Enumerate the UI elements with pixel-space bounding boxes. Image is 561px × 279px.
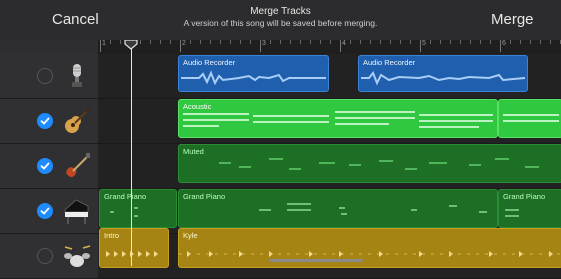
ruler-beat-tick — [250, 40, 251, 44]
ruler-beat-tick — [520, 40, 521, 44]
ruler-bar-number: 2 — [182, 40, 186, 47]
ruler-beat-tick — [220, 40, 221, 44]
track-lane-acoustic[interactable]: Acoustic — [98, 99, 561, 144]
waveform — [181, 70, 326, 86]
audio-region[interactable]: Audio Recorder — [178, 55, 329, 92]
drum-kit-icon — [64, 245, 91, 267]
ruler-beat-tick — [540, 40, 541, 44]
track-select-checkbox[interactable] — [37, 248, 53, 264]
ruler-beat-tick — [170, 40, 171, 44]
track-header-list — [0, 40, 98, 279]
ruler-bar-tick — [340, 40, 341, 52]
dialog-title: Merge Tracks — [250, 6, 311, 17]
track-header-muted[interactable] — [0, 144, 98, 189]
ruler-beat-tick — [470, 40, 471, 44]
midi-notes — [183, 111, 493, 128]
waveform — [361, 71, 526, 86]
ruler-beat-tick — [490, 40, 491, 44]
ruler-bar-tick — [100, 40, 101, 52]
microphone-icon — [72, 64, 82, 87]
ruler-beat-tick — [430, 40, 431, 44]
ruler-beat-tick — [280, 40, 281, 44]
drum-pattern — [106, 251, 158, 257]
ruler-beat-tick — [350, 40, 351, 44]
merge-button[interactable]: Merge — [491, 11, 534, 28]
grand-piano-icon — [64, 199, 89, 224]
ruler-bar-number: 6 — [502, 40, 506, 47]
ruler-beat-tick — [440, 40, 441, 44]
midi-region[interactable]: Muted — [178, 144, 561, 183]
timeline-ruler[interactable]: 1 2 3 4 5 6 — [98, 40, 561, 54]
audio-region[interactable]: Audio Recorder — [358, 55, 528, 92]
ruler-beat-tick — [210, 40, 211, 44]
ruler-beat-tick — [530, 40, 531, 44]
drum-pattern — [179, 251, 561, 257]
ruler-beat-tick — [200, 40, 201, 44]
playhead-handle[interactable] — [124, 40, 138, 50]
midi-notes — [505, 209, 519, 217]
ruler-bar-tick — [420, 40, 421, 52]
ruler-beat-tick — [390, 40, 391, 44]
ruler-bar-number: 1 — [102, 40, 106, 47]
ruler-bar-tick — [180, 40, 181, 52]
ruler-beat-tick — [400, 40, 401, 44]
ruler-beat-tick — [360, 40, 361, 44]
midi-notes — [259, 203, 487, 215]
horizontal-scrollbar[interactable] — [269, 259, 363, 262]
playhead-line — [131, 40, 132, 266]
ruler-beat-tick — [190, 40, 191, 44]
track-select-checkbox[interactable] — [37, 113, 53, 129]
track-header-grand-piano[interactable] — [0, 189, 98, 234]
track-select-checkbox[interactable] — [37, 203, 53, 219]
ruler-beat-tick — [320, 40, 321, 44]
drummer-region[interactable]: Kyle — [178, 228, 561, 268]
ruler-beat-tick — [150, 40, 151, 44]
ruler-beat-tick — [510, 40, 511, 44]
ruler-beat-tick — [310, 40, 311, 44]
track-select-checkbox[interactable] — [37, 158, 53, 174]
midi-region[interactable]: Acoustic — [178, 99, 498, 138]
drummer-region[interactable]: Intro — [99, 228, 169, 268]
acoustic-guitar-icon — [65, 108, 90, 133]
ruler-beat-tick — [140, 40, 141, 44]
ruler-beat-tick — [550, 40, 551, 44]
track-header-audio-recorder[interactable] — [0, 54, 98, 99]
top-bar: Cancel Merge Tracks A version of this so… — [0, 0, 561, 41]
ruler-beat-tick — [380, 40, 381, 44]
ruler-beat-tick — [110, 40, 111, 44]
ruler-beat-tick — [230, 40, 231, 44]
midi-region[interactable]: Grand Piano — [178, 189, 498, 228]
track-lane-muted[interactable]: Muted — [98, 144, 561, 189]
track-header-drums[interactable] — [0, 234, 98, 279]
ruler-bar-number: 4 — [342, 40, 346, 47]
ruler-beat-tick — [480, 40, 481, 44]
ruler-bar-number: 3 — [262, 40, 266, 47]
ruler-bar-tick — [500, 40, 501, 52]
midi-notes — [503, 114, 559, 122]
midi-region[interactable]: Grand Piano — [498, 189, 561, 228]
ruler-beat-tick — [240, 40, 241, 44]
track-header-acoustic[interactable] — [0, 99, 98, 144]
ruler-beat-tick — [450, 40, 451, 44]
ruler-bar-number: 5 — [422, 40, 426, 47]
ruler-beat-tick — [160, 40, 161, 44]
midi-region[interactable] — [498, 99, 561, 138]
midi-notes — [110, 207, 138, 217]
electric-guitar-icon — [66, 153, 90, 178]
track-lane-audio-recorder[interactable]: Audio Recorder Audio Recorder — [98, 54, 561, 99]
ruler-beat-tick — [120, 40, 121, 44]
track-select-checkbox[interactable] — [37, 68, 53, 84]
ruler-beat-tick — [300, 40, 301, 44]
ruler-beat-tick — [290, 40, 291, 44]
midi-region[interactable]: Grand Piano — [99, 189, 177, 228]
midi-notes — [219, 158, 539, 170]
track-lane-drums[interactable]: Intro Kyle — [98, 228, 561, 279]
ruler-beat-tick — [370, 40, 371, 44]
ruler-beat-tick — [460, 40, 461, 44]
dialog-subtitle: A version of this song will be saved bef… — [183, 18, 378, 28]
ruler-beat-tick — [410, 40, 411, 44]
ruler-beat-tick — [270, 40, 271, 44]
ruler-bar-tick — [260, 40, 261, 52]
ruler-beat-tick — [330, 40, 331, 44]
